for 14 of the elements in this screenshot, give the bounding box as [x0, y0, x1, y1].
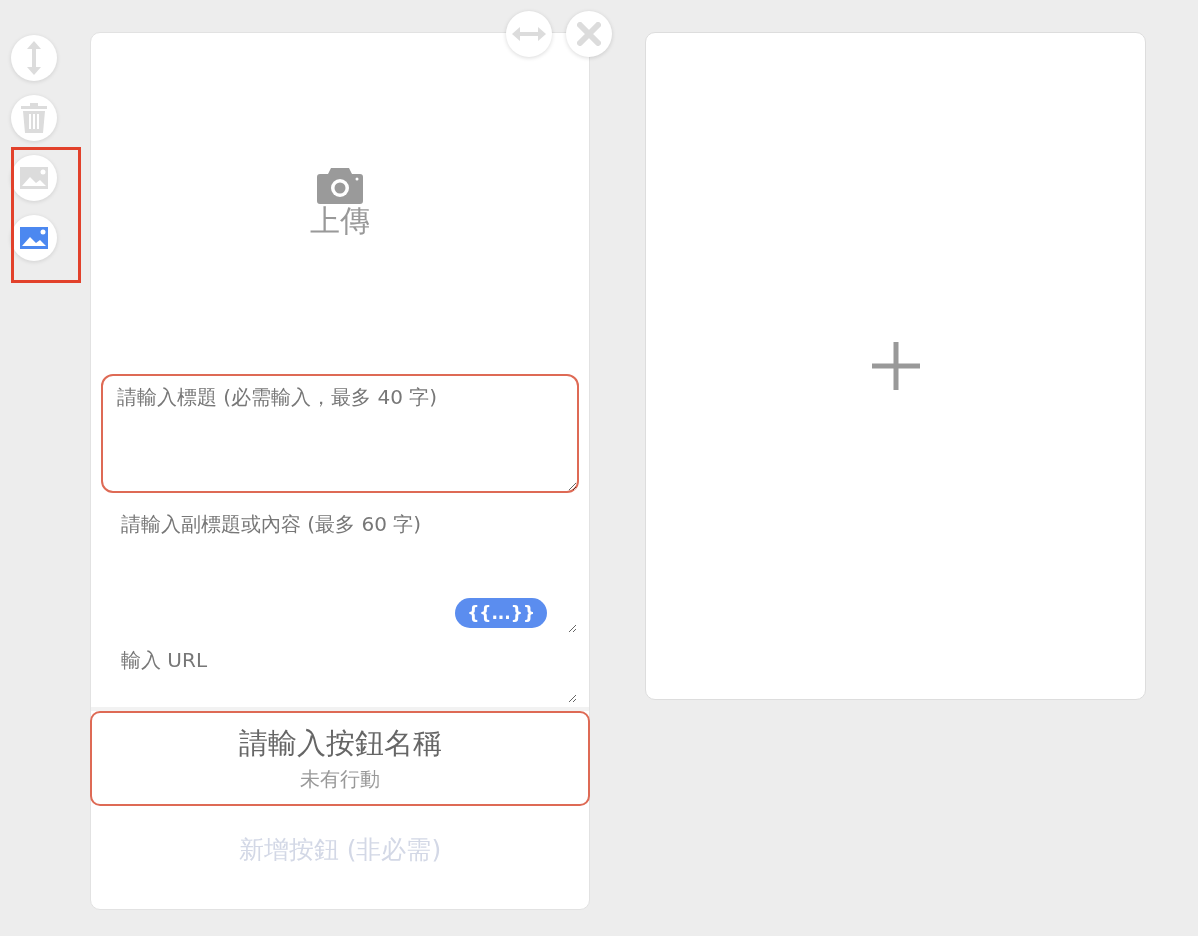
close-icon	[577, 22, 601, 46]
camera-icon	[317, 167, 363, 204]
button-name-placeholder: 請輸入按鈕名稱	[238, 725, 442, 762]
action-status: 未有行動	[300, 766, 380, 793]
plus-icon	[871, 342, 920, 390]
upload-area[interactable]: 上傳	[91, 33, 589, 370]
upload-label: 上傳	[310, 205, 370, 236]
title-field[interactable]: 請輸入標題 (必需輸入，最多 40 字)	[101, 374, 579, 493]
horizontal-arrows-icon	[512, 27, 546, 41]
variable-chip[interactable]: {{...}}	[455, 598, 547, 628]
close-button[interactable]	[566, 11, 612, 57]
resize-button[interactable]	[506, 11, 552, 57]
action-button[interactable]: 請輸入按鈕名稱 未有行動	[90, 711, 590, 806]
add-card-button[interactable]	[645, 32, 1146, 700]
